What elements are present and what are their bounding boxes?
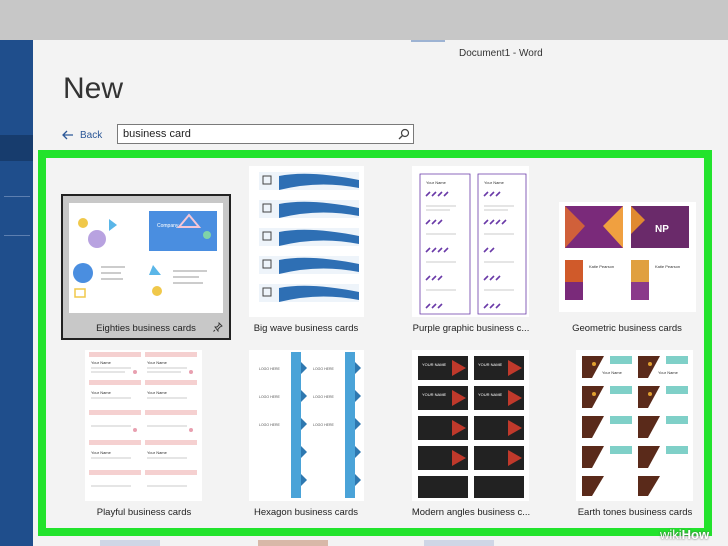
back-button[interactable]: Back bbox=[62, 127, 102, 143]
window-title: Document1 - Word bbox=[459, 48, 543, 59]
sidebar-divider bbox=[4, 196, 30, 197]
backstage-sidebar bbox=[0, 40, 33, 546]
sidebar-divider bbox=[4, 235, 30, 236]
search-input[interactable] bbox=[118, 126, 395, 142]
template-thumbnail-peek bbox=[424, 540, 494, 546]
search-icon[interactable] bbox=[395, 125, 413, 143]
top-strip bbox=[0, 0, 728, 40]
back-label: Back bbox=[80, 129, 103, 141]
template-thumbnail-peek bbox=[100, 540, 160, 546]
sidebar-item-new[interactable] bbox=[0, 135, 33, 161]
back-arrow-icon bbox=[62, 130, 73, 140]
template-thumbnail-peek bbox=[258, 540, 328, 546]
page-title: New bbox=[63, 72, 124, 105]
watermark-wiki: wiki bbox=[660, 527, 682, 542]
highlight-box bbox=[38, 150, 712, 536]
watermark-how: How bbox=[681, 527, 710, 542]
wikihow-watermark: wikiHow bbox=[660, 527, 709, 542]
title-accent bbox=[411, 40, 445, 42]
search-box[interactable] bbox=[117, 124, 414, 144]
